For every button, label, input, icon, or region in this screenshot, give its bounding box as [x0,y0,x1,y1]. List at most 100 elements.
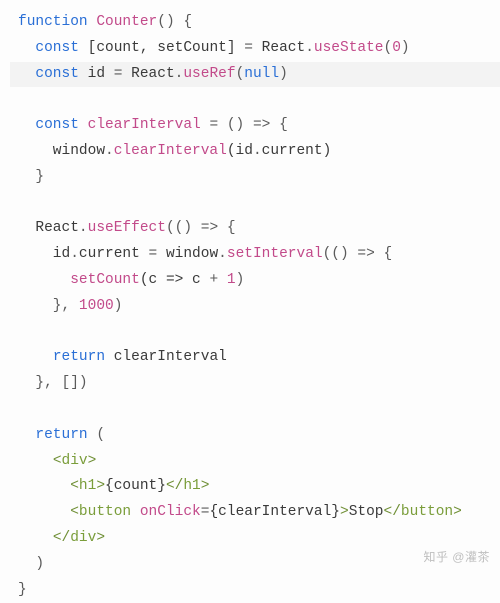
code-token: id [88,66,114,82]
code-token: button [79,504,131,520]
code-token: > [453,504,462,520]
code-token: </ [166,478,183,494]
code-token: ) [114,298,123,314]
code-token: const [35,40,87,56]
code-token: </ [384,504,401,520]
code-token: . [105,143,114,159]
code-line: const id = React.useRef(null) [10,62,500,88]
code-token: useRef [183,66,235,82]
code-token: = [149,246,166,262]
code-token: } [18,582,27,598]
code-token: 1000 [79,298,114,314]
code-token: > [96,530,105,546]
code-line [10,87,500,113]
code-token: . [305,40,314,56]
code-token [18,478,70,494]
code-token: ) [236,272,245,288]
code-line: }, 1000) [10,294,500,320]
code-token: button [401,504,453,520]
code-token: (c => c [140,272,210,288]
code-token: }, [18,298,79,314]
code-token: return [53,349,114,365]
code-token: setInterval [227,246,323,262]
code-token: < [70,504,79,520]
code-token: ( [236,66,245,82]
code-token: Counter [96,14,157,30]
code-line: <h1>{count}</h1> [10,474,500,500]
code-token [18,427,35,443]
code-token: ( [96,427,105,443]
code-token [18,453,53,469]
code-line: const clearInterval = () => { [10,113,500,139]
code-token: useState [314,40,384,56]
code-line: return ( [10,423,500,449]
code-line: React.useEffect(() => { [10,216,500,242]
code-token: React [18,220,79,236]
code-token: Stop [349,504,384,520]
code-token: (() => { [166,220,236,236]
code-token: div [70,530,96,546]
code-token: = () => { [209,117,287,133]
code-token: useEffect [88,220,166,236]
code-token [18,349,53,365]
code-token: (() => { [323,246,393,262]
code-line [10,320,500,346]
code-token: . [79,220,88,236]
code-token: clearInterval [114,349,227,365]
code-line: id.current = window.setInterval(() => { [10,242,500,268]
code-token: </ [53,530,70,546]
code-token: < [70,478,79,494]
code-line: } [10,578,500,603]
code-token: = [114,66,131,82]
code-line: const [count, setCount] = React.useState… [10,36,500,62]
code-token: } [18,169,44,185]
code-token: h1 [183,478,200,494]
code-line: <button onClick={clearInterval}>Stop</bu… [10,500,500,526]
code-token: = [244,40,261,56]
code-token: h1 [79,478,96,494]
code-token: () { [157,14,192,30]
code-token: {clearInterval} [209,504,340,520]
code-token: < [53,453,62,469]
code-token: return [35,427,96,443]
code-token: }, []) [18,375,88,391]
code-token: > [96,478,105,494]
code-token [18,40,35,56]
code-token: {count} [105,478,166,494]
code-token: (id [227,143,253,159]
code-line: window.clearInterval(id.current) [10,139,500,165]
code-token: ( [384,40,393,56]
code-token [18,117,35,133]
code-token: > [88,453,97,469]
code-token: onClick [140,504,201,520]
code-token: id [18,246,70,262]
code-token: 0 [392,40,401,56]
code-token: window [18,143,105,159]
code-block: function Counter() { const [count, setCo… [10,10,500,603]
code-token [18,66,35,82]
code-token: React [131,66,175,82]
code-token: div [62,453,88,469]
code-line [10,397,500,423]
code-token: > [201,478,210,494]
code-token [18,504,70,520]
code-token: clearInterval [88,117,210,133]
code-token: . [253,143,262,159]
code-token: current [79,246,149,262]
code-line: function Counter() { [10,10,500,36]
code-token [18,530,53,546]
code-line: <div> [10,449,500,475]
code-token: current) [262,143,332,159]
code-token: setCount [70,272,140,288]
code-line: return clearInterval [10,345,500,371]
code-token [131,504,140,520]
code-line: }, []) [10,371,500,397]
code-token: . [218,246,227,262]
code-token: ) [18,556,44,572]
code-token [18,272,70,288]
code-token: clearInterval [114,143,227,159]
code-line: setCount(c => c + 1) [10,268,500,294]
code-token: null [244,66,279,82]
code-token: ) [279,66,288,82]
code-line [10,191,500,217]
